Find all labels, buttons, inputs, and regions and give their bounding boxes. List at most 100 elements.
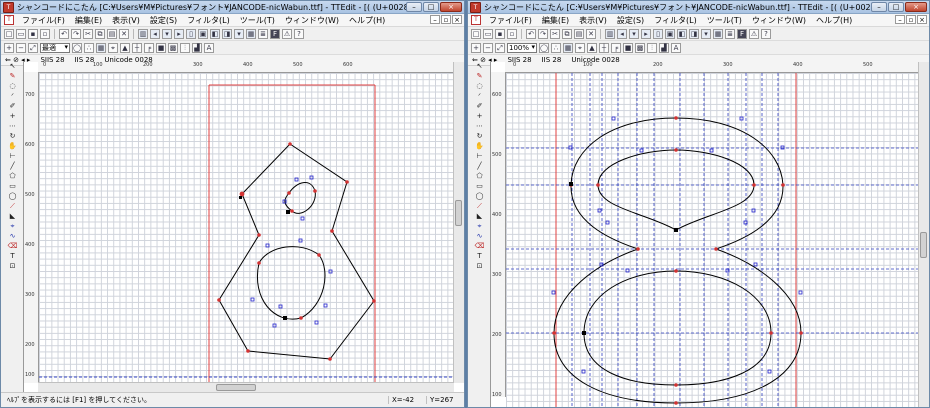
save-as-icon[interactable]: ▫	[40, 28, 50, 39]
redo-icon[interactable]: ↷	[538, 28, 548, 39]
lower-counter[interactable]	[257, 246, 326, 320]
eraser-icon[interactable]: ⌫	[474, 242, 486, 251]
minimize-button[interactable]: –	[406, 2, 422, 12]
ruler-icon[interactable]: ╒	[144, 42, 154, 53]
outer-contour[interactable]	[218, 143, 375, 360]
guide-icon[interactable]: ┼	[599, 42, 609, 53]
dropdown-2-icon[interactable]: ▾	[701, 28, 711, 39]
menu-tools[interactable]: ツール(T)	[702, 15, 747, 26]
scroll-thumb[interactable]	[455, 200, 462, 226]
rectangle-icon[interactable]: ▭	[7, 182, 19, 191]
selected-point[interactable]	[286, 210, 290, 214]
selected-point[interactable]	[239, 196, 242, 199]
zoom-out-icon[interactable]: −	[483, 42, 493, 53]
layer-back-icon[interactable]: ◧	[677, 28, 687, 39]
ruler-icon[interactable]: ╒	[611, 42, 621, 53]
undo-icon[interactable]: ↶	[526, 28, 536, 39]
right-title-bar[interactable]: T シャンコードにこたん [C:¥Users¥M¥Pictures¥フォント¥J…	[468, 1, 929, 14]
prev-glyph-icon[interactable]: ◂	[150, 28, 160, 39]
next-glyph-icon[interactable]: ▸	[174, 28, 184, 39]
polygon-icon[interactable]: ⬠	[474, 172, 486, 181]
menu-view[interactable]: 表示(V)	[107, 15, 145, 26]
knife-icon[interactable]: ⟋	[7, 202, 19, 211]
mdi-restore-button[interactable]: ▫	[906, 15, 916, 24]
measure-icon[interactable]: ⊢	[474, 152, 486, 161]
mdi-close-button[interactable]: ×	[452, 15, 462, 24]
chart-icon[interactable]: ▥	[138, 28, 148, 39]
triangle-icon[interactable]: ▲	[587, 42, 597, 53]
grid-icon[interactable]: ▦	[96, 42, 106, 53]
help-icon[interactable]: ?	[761, 28, 771, 39]
chart-2-icon[interactable]: ▟	[659, 42, 669, 53]
right-glyph-grid[interactable]	[506, 73, 919, 407]
text-tool-icon[interactable]: T	[7, 252, 19, 261]
font-icon[interactable]: F	[270, 28, 280, 39]
copy-icon[interactable]: ⧉	[95, 28, 105, 39]
save-icon[interactable]: ▪	[28, 28, 38, 39]
menu-filter[interactable]: フィルタ(L)	[649, 15, 702, 26]
maximize-button[interactable]: □	[423, 2, 439, 12]
copy-icon[interactable]: ⧉	[562, 28, 572, 39]
bitmap-icon[interactable]: ▩	[635, 42, 645, 53]
dots-icon[interactable]: ⋯	[7, 122, 19, 131]
chart-2-icon[interactable]: ▟	[192, 42, 202, 53]
outer-contour[interactable]	[553, 117, 802, 404]
scroll-thumb[interactable]	[216, 384, 256, 391]
right-vertical-scrollbar[interactable]	[918, 62, 929, 407]
help-icon[interactable]: ?	[294, 28, 304, 39]
menu-file[interactable]: ファイル(F)	[484, 15, 537, 26]
text-tool-icon[interactable]: T	[474, 252, 486, 261]
zoom-select[interactable]: 最適	[40, 42, 70, 53]
view-points-icon[interactable]: ∴	[551, 42, 561, 53]
pen-icon[interactable]: ✎	[7, 72, 19, 81]
prop-icon[interactable]: ▦	[246, 28, 256, 39]
redo-icon[interactable]: ↷	[71, 28, 81, 39]
upper-counter[interactable]	[597, 149, 755, 231]
mdi-restore-button[interactable]: ▫	[441, 15, 451, 24]
rectangle-icon[interactable]: ▭	[474, 182, 486, 191]
paste-icon[interactable]: ▤	[574, 28, 584, 39]
menu-edit[interactable]: 編集(E)	[537, 15, 574, 26]
prop-icon[interactable]: ▦	[713, 28, 723, 39]
guide-icon[interactable]: ┼	[132, 42, 142, 53]
menu-view[interactable]: 表示(V)	[574, 15, 612, 26]
lower-counter[interactable]	[583, 270, 772, 386]
left-canvas-area[interactable]: 0 100 200 300 400 500 600 700 600 500 40…	[23, 62, 464, 393]
chart-icon[interactable]: ▥	[605, 28, 615, 39]
add-point-icon[interactable]: +	[7, 112, 19, 121]
zoom-in-icon[interactable]: +	[471, 42, 481, 53]
next-glyph-icon[interactable]: ▸	[641, 28, 651, 39]
upper-counter[interactable]	[284, 182, 316, 214]
dropdown-icon[interactable]: ▾	[629, 28, 639, 39]
warning-icon[interactable]: ⚠	[282, 28, 292, 39]
bitmap-icon[interactable]: ▩	[168, 42, 178, 53]
prev-glyph-icon[interactable]: ◂	[617, 28, 627, 39]
add-point-icon[interactable]: +	[474, 112, 486, 121]
document-icon[interactable]: T	[471, 15, 481, 25]
left-title-bar[interactable]: T シャンコードにこたん [C:¥Users¥M¥Pictures¥フォント¥J…	[1, 1, 464, 14]
menu-settings[interactable]: 設定(S)	[145, 15, 182, 26]
rotate-icon[interactable]: ↻	[474, 132, 486, 141]
left-vertical-scrollbar[interactable]	[453, 62, 464, 383]
undo-icon[interactable]: ↶	[59, 28, 69, 39]
pen-icon[interactable]: ✎	[474, 72, 486, 81]
zoom-out-icon[interactable]: −	[16, 42, 26, 53]
mdi-minimize-button[interactable]: –	[895, 15, 905, 24]
metrics-icon[interactable]: ⫶	[180, 42, 190, 53]
right-glyph-outline[interactable]	[506, 73, 919, 407]
list-icon[interactable]: ≣	[725, 28, 735, 39]
open-icon[interactable]: ▭	[16, 28, 26, 39]
lasso-icon[interactable]: ◌	[7, 82, 19, 91]
selected-point[interactable]	[569, 182, 573, 186]
close-button[interactable]: ×	[440, 2, 462, 12]
right-canvas-area[interactable]: 0 100 200 300 400 500 600 500 400 300 20…	[490, 62, 929, 407]
triangle-icon[interactable]: ▲	[120, 42, 130, 53]
hand-icon[interactable]: ✋	[474, 142, 486, 151]
metrics-icon[interactable]: ⫶	[647, 42, 657, 53]
view-outline-icon[interactable]: ◯	[72, 42, 82, 53]
ellipse-icon[interactable]: ◯	[474, 192, 486, 201]
delete-icon[interactable]: ✕	[119, 28, 129, 39]
selected-point[interactable]	[674, 228, 678, 232]
layer-front-icon[interactable]: ◨	[222, 28, 232, 39]
left-glyph-grid[interactable]	[39, 73, 454, 383]
